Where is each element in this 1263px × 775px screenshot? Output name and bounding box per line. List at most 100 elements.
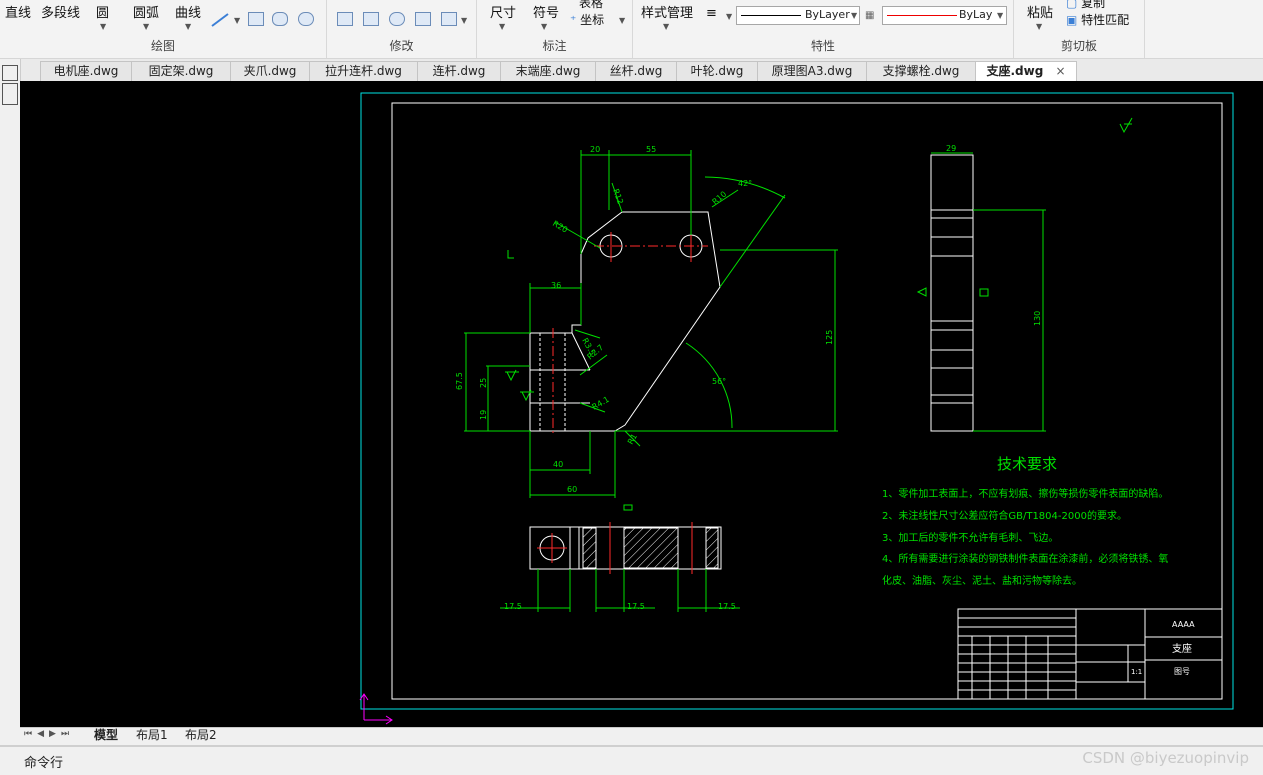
construction-line-icon[interactable] [210,12,232,28]
pie-icon[interactable] [298,12,314,26]
tab-link[interactable]: 连杆.dwg [417,61,501,81]
match-properties-button[interactable]: ▣ 特性匹配 [1066,11,1129,28]
roughness-symbol [979,288,989,297]
dim-text-r12: R12 [611,188,625,206]
side-view-outline [930,154,974,432]
paste-button[interactable]: 粘贴 [1027,2,1053,21]
command-line[interactable]: 命令行 CSDN @biyezuopinvip [0,745,1263,775]
dim-text-42: 42° [738,179,752,188]
coordinate-icon: ⁺ [570,13,577,27]
tab-end-seat[interactable]: 末端座.dwg [500,61,596,81]
dim-text-17-5a: 17.5 [504,602,522,611]
color-swatch-icon: ▦ [865,10,875,21]
hatch-area [705,527,719,569]
copy-button[interactable]: ▢ 复制 [1066,0,1105,11]
outer-frame [360,92,1234,710]
rectangle-icon[interactable] [248,12,264,26]
cad-drawing[interactable]: 20 55 R12 R20 R10 42° 36 R3.5 R2.7 R4.1 … [20,81,1263,727]
symbol-dropdown-icon[interactable]: ▼ [541,22,547,31]
roughness-symbol [623,504,633,511]
dim-text-29: 29 [946,144,956,153]
mirror-icon[interactable] [415,12,431,26]
color-preview [887,15,957,16]
close-tab-icon[interactable]: × [1055,64,1065,78]
dim-text-17-5b: 17.5 [627,602,645,611]
layout-nav-arrows-icon[interactable]: ⏮◀▶⏭ [24,729,74,739]
title-drawing-no: 图号 [1174,667,1190,676]
curve-dropdown-icon[interactable]: ▼ [185,22,191,31]
lineweight-icon[interactable]: ≡ [706,6,717,21]
dim-text-130: 130 [1033,311,1042,326]
lineweight-dropdown-icon[interactable]: ▼ [726,12,732,21]
tab-support-bolt[interactable]: 支撑螺栓.dwg [866,61,976,81]
draw-group-title: 绘图 [150,39,175,53]
dimension-texts: 20 55 R12 R20 R10 42° 36 R3.5 R2.7 R4.1 … [455,145,834,494]
annotate-group: 尺寸 ▼ 符号 ▼ 表格 ⁺ 坐标 ▼ 标注 [477,0,633,58]
layer-panel-icon[interactable] [2,83,18,105]
hatch-edit-icon[interactable] [441,12,457,26]
copy-object-icon[interactable] [363,12,379,26]
symbol-button[interactable]: 符号 [533,2,559,21]
coordinate-dropdown-icon[interactable]: ▼ [619,16,625,25]
match-properties-label: 特性匹配 [1081,13,1130,27]
drawing-canvas[interactable]: 20 55 R12 R20 R10 42° 36 R3.5 R2.7 R4.1 … [20,81,1263,727]
tech-note-5: 化皮、油脂、灰尘、泥土、盐和污物等除去。 [882,574,1082,587]
curve-button[interactable]: 曲线 [175,2,201,21]
properties-group-title: 特性 [810,39,835,53]
region-icon[interactable] [272,12,288,26]
hatch-area [623,527,679,569]
style-manager-button[interactable]: 样式管理 [641,2,693,21]
line-button[interactable]: 直线 [5,2,31,21]
move-icon[interactable] [337,12,353,26]
tech-note-1: 1、零件加工表面上，不应有划痕、擦伤等损伤零件表面的缺陷。 [882,487,1168,500]
dimension-dropdown-icon[interactable]: ▼ [499,22,505,31]
watermark: CSDN @biyezuopinvip [1082,749,1249,767]
polyline-button[interactable]: 多段线 [41,2,80,21]
tab-support-seat[interactable]: 支座.dwg × [975,61,1077,81]
command-line-label: 命令行 [24,756,64,771]
ext-line [719,194,786,288]
tab-motor-seat[interactable]: 电机座.dwg [40,61,132,81]
side-view [930,154,974,432]
roughness-symbol [520,389,534,402]
arc-button[interactable]: 圆弧 [133,2,159,21]
paste-dropdown-icon[interactable]: ▼ [1036,22,1042,31]
properties-panel-icon[interactable] [2,65,18,81]
style-manager-dropdown-icon[interactable]: ▼ [663,22,669,31]
dim-text-67-5: 67.5 [455,372,464,390]
properties-group: 样式管理 ▼ ≡ ▼ ByLayer ▼ ▦ ByLayer ▼ 特性 [633,0,1014,58]
circle-dropdown-icon[interactable]: ▼ [100,22,106,31]
color-value: ByLayer [959,8,992,21]
table-button[interactable]: 表格 [579,0,603,11]
copy-icon: ▢ [1066,0,1078,10]
arc-dropdown-icon[interactable]: ▼ [143,22,149,31]
modify-group: ▼ 修改 [327,0,477,58]
dim-text-36: 36 [551,281,561,290]
title-part-name: 支座 [1172,642,1192,655]
tab-schematic-a3[interactable]: 原理图A3.dwg [757,61,867,81]
tech-note-4: 4、所有需要进行涂装的钢铁制件表面在涂漆前，必须将铁锈、氧 [882,552,1168,565]
tab-screw-rod[interactable]: 丝杆.dwg [595,61,677,81]
linetype-select[interactable]: ByLayer ▼ [736,6,860,25]
tab-layout2[interactable]: 布局2 [185,728,217,743]
tab-impeller[interactable]: 叶轮.dwg [676,61,758,81]
tab-model[interactable]: 模型 [94,728,118,743]
line-dropdown-icon[interactable]: ▼ [234,16,240,25]
color-select[interactable]: ByLayer ▼ [882,6,1007,25]
dim-text-r41: R4.1 [591,395,611,412]
modify-dropdown-icon[interactable]: ▼ [461,16,467,25]
linetype-preview [741,15,801,16]
circle-button[interactable]: 圆 [96,2,109,21]
tab-lift-link[interactable]: 拉升连杆.dwg [309,61,418,81]
coordinate-button[interactable]: ⁺ 坐标 [570,11,604,28]
rotate-icon[interactable] [389,12,405,26]
dim-text-60: 60 [567,485,577,494]
tab-layout1[interactable]: 布局1 [136,728,168,743]
tab-gripper[interactable]: 夹爪.dwg [230,61,310,81]
tab-fixed-frame[interactable]: 固定架.dwg [131,61,231,81]
modify-group-title: 修改 [389,39,414,53]
left-toolbar [0,59,21,727]
dimension-button[interactable]: 尺寸 [490,2,516,21]
title-company: AAAA [1172,620,1195,629]
roughness-symbol [505,369,519,382]
